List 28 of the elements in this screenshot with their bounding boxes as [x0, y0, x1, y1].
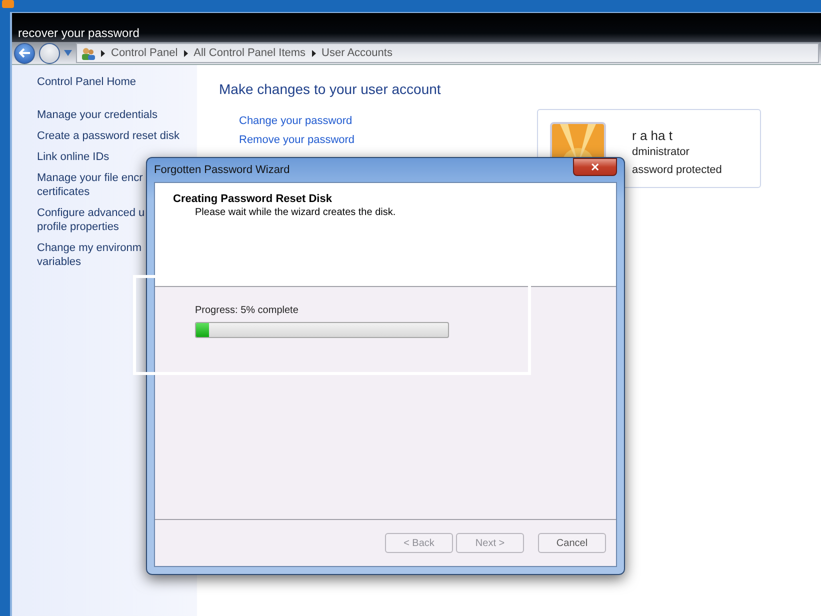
dropdown-icon[interactable] [64, 50, 72, 56]
close-button[interactable]: ✕ [573, 158, 617, 176]
back-button[interactable] [14, 42, 35, 64]
breadcrumb-item[interactable]: All Control Panel Items [194, 47, 306, 59]
window-title: recover your password [18, 26, 140, 40]
sidebar-link[interactable]: Control Panel Home [37, 75, 197, 89]
task-link[interactable]: Change your password [239, 115, 352, 127]
task-link[interactable]: Remove your password [239, 134, 355, 146]
breadcrumb-item[interactable]: Control Panel [111, 47, 178, 59]
step-title: Creating Password Reset Disk [173, 193, 333, 205]
forward-button[interactable] [39, 42, 60, 64]
sidebar-link[interactable]: Create a password reset disk [37, 129, 197, 143]
chevron-icon[interactable] [312, 50, 316, 56]
arrow-left-icon [18, 48, 30, 58]
step-description: Please wait while the wizard creates the disk. [195, 207, 397, 218]
wizard-button[interactable]: Cancel [538, 533, 606, 553]
chevron-icon[interactable] [184, 50, 188, 56]
address-bar[interactable]: Control Panel All Control Panel Items User Accounts [76, 43, 819, 63]
user-status: assword protected [632, 163, 722, 178]
chevron-icon[interactable] [101, 50, 105, 56]
user-role: dministrator [632, 145, 690, 160]
page-heading: Make changes to your user account [219, 81, 442, 97]
breadcrumb-item[interactable]: User Accounts [322, 47, 392, 59]
sidebar-link[interactable]: Manage your credentials [37, 108, 197, 122]
users-icon [81, 46, 95, 60]
dialog-title: Forgotten Password Wizard [154, 164, 290, 176]
progress-label: Progress: 5% complete [195, 305, 300, 316]
user-name: r a ha t [632, 128, 674, 144]
